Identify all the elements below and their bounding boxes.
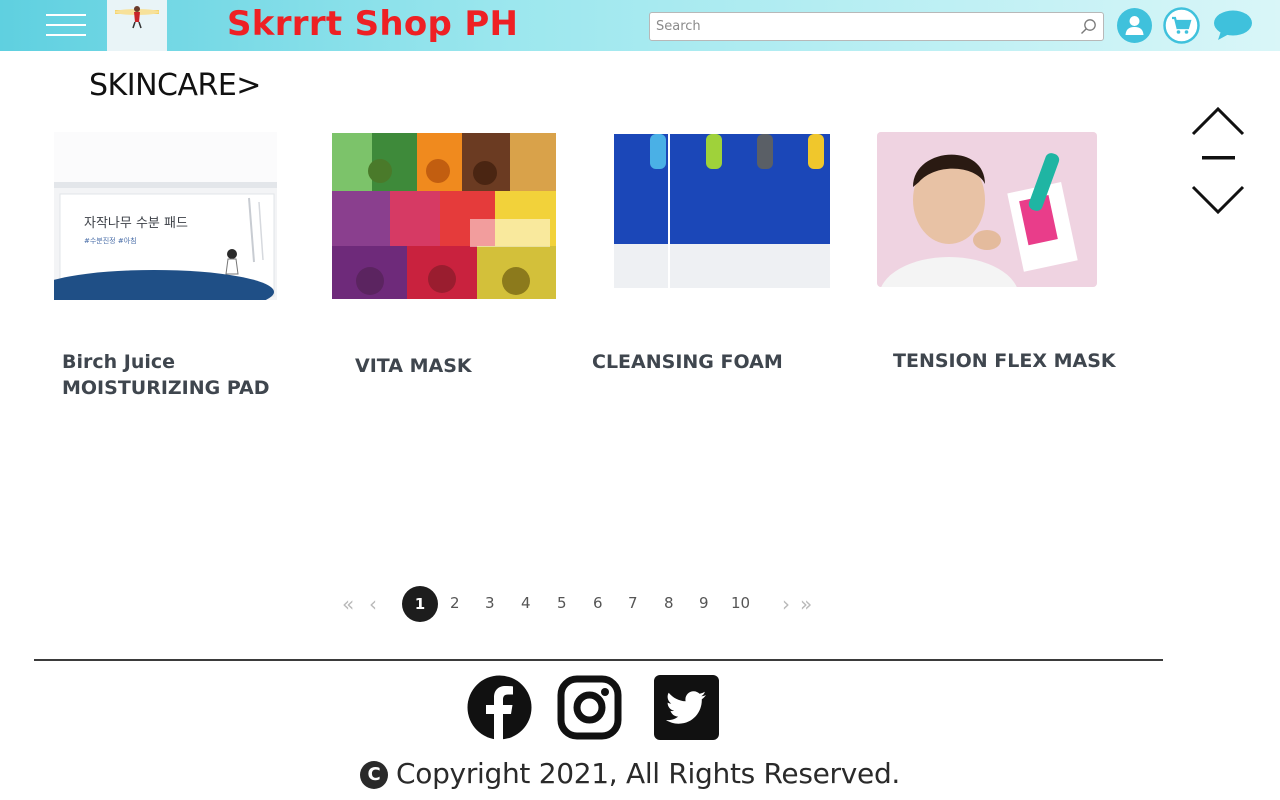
pagination-page[interactable]: 8 — [664, 594, 674, 612]
category-heading[interactable]: SKINCARE> — [89, 68, 261, 103]
instagram-icon[interactable] — [557, 675, 622, 740]
shop-logo[interactable] — [107, 0, 167, 51]
pagination-page[interactable]: 6 — [593, 594, 603, 612]
pagination-current-page[interactable]: 1 — [402, 586, 438, 622]
facebook-icon[interactable] — [467, 675, 532, 740]
pagination-page[interactable]: 5 — [557, 594, 567, 612]
user-account-icon[interactable] — [1117, 8, 1152, 43]
pagination-page[interactable]: 2 — [450, 594, 460, 612]
search-input[interactable] — [656, 15, 1076, 38]
pagination-first-button[interactable]: « — [342, 592, 354, 616]
logo-icon — [115, 6, 159, 29]
hamburger-menu-button[interactable] — [46, 12, 86, 38]
pagination-page[interactable]: 7 — [628, 594, 638, 612]
product-image-tension-flex-mask[interactable] — [877, 132, 1097, 287]
product-name-birch-juice[interactable]: Birch Juice MOISTURIZING PAD — [62, 349, 270, 401]
product-image-birch-juice[interactable]: 자작나무 수분 패드 #수분진정 #아침 — [54, 132, 277, 300]
birch-pad-image-text: 자작나무 수분 패드 — [84, 216, 188, 231]
vita-mask-collage-image — [330, 131, 558, 301]
product-image-vita-mask[interactable] — [330, 131, 558, 301]
shopping-cart-icon[interactable] — [1163, 7, 1200, 44]
shop-title: Skrrrt Shop PH — [227, 4, 519, 44]
product-name-tension-flex-mask[interactable]: TENSION FLEX MASK — [893, 348, 1116, 374]
copyright-text: Copyright 2021, All Rights Reserved. — [396, 757, 901, 790]
pagination-page[interactable]: 10 — [731, 594, 750, 612]
scroll-down-chevron-icon[interactable] — [1190, 184, 1246, 216]
twitter-icon[interactable] — [654, 675, 719, 740]
pagination-last-button[interactable]: » — [800, 592, 812, 616]
copyright-notice: C Copyright 2021, All Rights Reserved. — [360, 757, 900, 790]
tension-flex-mask-ad-image — [877, 132, 1097, 287]
search-bar — [649, 12, 1104, 41]
product-name-vita-mask[interactable]: VITA MASK — [355, 353, 472, 379]
search-icon[interactable] — [1080, 18, 1097, 35]
pagination-next-button[interactable]: › — [782, 592, 790, 616]
cleansing-foam-tubes-image — [610, 131, 833, 294]
product-name-line: MOISTURIZING PAD — [62, 377, 270, 399]
pagination-page[interactable]: 9 — [699, 594, 709, 612]
product-image-cleansing-foam[interactable] — [610, 131, 833, 294]
birch-pad-package-image: 자작나무 수분 패드 #수분진정 #아침 — [54, 132, 277, 300]
pagination-prev-button[interactable]: ‹ — [369, 592, 377, 616]
pagination-page[interactable]: 4 — [521, 594, 531, 612]
product-name-line: Birch Juice — [62, 351, 176, 373]
site-header: Skrrrt Shop PH — [0, 0, 1280, 51]
pagination-page[interactable]: 3 — [485, 594, 495, 612]
product-name-cleansing-foam[interactable]: CLEANSING FOAM — [592, 349, 783, 375]
chat-bubble-icon[interactable] — [1213, 9, 1253, 42]
footer-divider — [34, 659, 1163, 661]
scroll-dash-icon[interactable] — [1202, 155, 1236, 161]
copyright-icon: C — [360, 761, 388, 789]
scroll-up-chevron-icon[interactable] — [1190, 106, 1246, 138]
svg-text:#수분진정 #아침: #수분진정 #아침 — [84, 236, 137, 245]
